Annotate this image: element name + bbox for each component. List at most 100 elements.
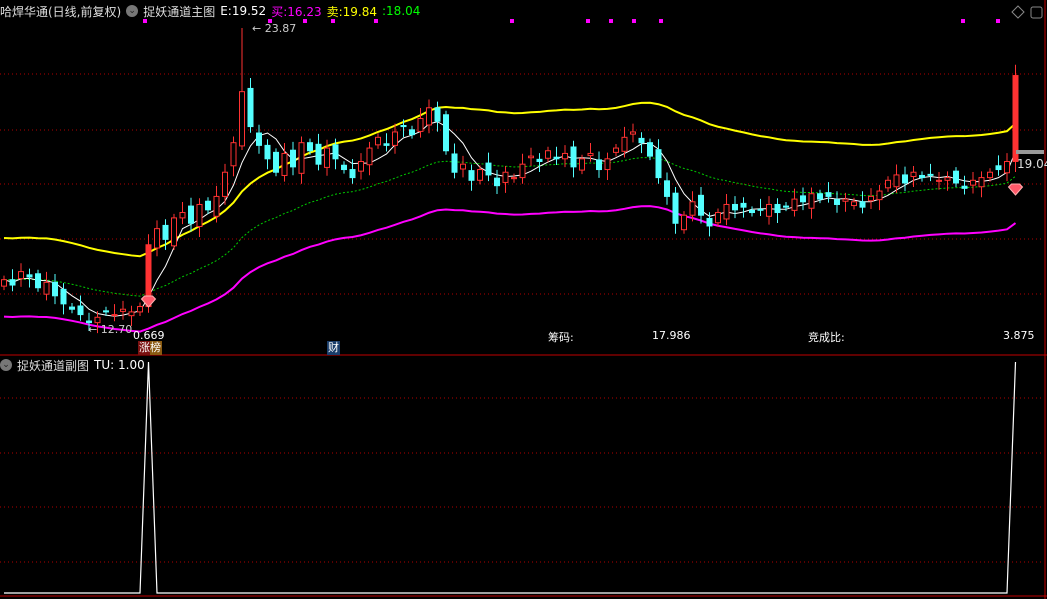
candle-body	[392, 131, 398, 146]
candle-body	[579, 158, 585, 171]
candle-body	[205, 200, 211, 211]
signal-dot	[374, 19, 378, 23]
lower-band-line	[3, 205, 1017, 333]
candle-body	[876, 190, 883, 201]
candle-body	[630, 131, 636, 135]
candle-body	[774, 203, 781, 214]
candle-body	[120, 308, 126, 312]
signal-dot	[632, 19, 636, 23]
candle-body	[298, 142, 305, 174]
candle-body	[137, 306, 143, 313]
candle-body	[426, 107, 432, 126]
indicator-name[interactable]: 捉妖通道主图	[143, 3, 215, 20]
candle-body	[757, 208, 764, 211]
candle-body	[460, 163, 466, 170]
candle-body	[732, 203, 738, 211]
candle-body	[341, 164, 347, 171]
low-marker: 12.70	[100, 323, 133, 336]
candle-body	[154, 228, 160, 249]
candle-body	[655, 149, 662, 179]
candle-body	[689, 201, 696, 216]
candle-body	[791, 198, 798, 211]
candle-body	[60, 288, 67, 305]
candle-body	[706, 217, 713, 227]
candle-body	[587, 152, 594, 157]
signal-dot	[609, 19, 613, 23]
finance-tag[interactable]: 财	[327, 341, 340, 355]
sell-value: 19.84	[342, 4, 377, 19]
candle-body	[927, 173, 934, 176]
candle-body	[188, 205, 194, 224]
last-price-tag: 19.04	[1017, 157, 1047, 171]
candle-body	[375, 136, 381, 146]
candle-body	[273, 151, 279, 173]
candle-body	[570, 146, 577, 168]
candle-body	[103, 310, 109, 313]
candle-body	[536, 158, 543, 162]
candle-body	[740, 202, 747, 208]
candle-body	[519, 163, 526, 179]
candle-body	[715, 212, 721, 224]
candle-body	[128, 311, 135, 317]
candle-body	[953, 170, 959, 184]
tu-label: TU:	[94, 358, 115, 372]
candle-body	[987, 171, 993, 179]
candle-body	[808, 193, 815, 209]
candle-body	[842, 198, 849, 202]
candle-body	[281, 152, 288, 176]
candle-body	[995, 165, 1002, 171]
candle-body	[196, 203, 203, 227]
candle-body	[358, 160, 364, 172]
candle-body	[698, 194, 704, 216]
candle-body	[332, 144, 339, 160]
candle-body	[783, 205, 789, 208]
candle-body	[919, 174, 925, 179]
signal-dot	[510, 19, 514, 23]
candle-body	[451, 153, 458, 173]
e-value: 19.52	[231, 4, 267, 18]
candle-body	[400, 125, 407, 128]
candle-body	[171, 217, 177, 247]
chips-label: 筹码:	[548, 331, 574, 344]
candle-body	[26, 274, 33, 278]
candle-body	[978, 177, 985, 188]
chevron-down-icon[interactable]: ⌄	[126, 5, 139, 17]
limit-up-tag[interactable]: 涨榜	[138, 341, 162, 355]
diamond-icon	[1011, 5, 1025, 19]
stock-chart[interactable]	[0, 0, 1047, 599]
candle-body	[417, 118, 424, 132]
mid-line	[3, 157, 1016, 297]
sub-indicator-name[interactable]: 捉妖通道副图	[17, 357, 89, 374]
candle-body	[817, 193, 823, 200]
candle-body	[247, 87, 254, 128]
sub-panel-header: ⌄ 捉妖通道副图 TU: 1.00	[0, 357, 145, 373]
candle-body	[94, 316, 101, 324]
candle-body	[613, 147, 619, 153]
candle-body	[290, 149, 296, 168]
candle-body	[366, 147, 373, 166]
candle-body	[43, 281, 50, 295]
signal-dot	[303, 19, 307, 23]
candle-body	[434, 107, 441, 122]
candle-body	[910, 171, 917, 178]
candle-body	[239, 91, 245, 147]
stock-title[interactable]: 哈焊华通(日线,前复权)	[0, 3, 121, 20]
high-marker: 23.87	[264, 22, 297, 35]
candle-body	[69, 306, 75, 310]
candle-body	[307, 142, 313, 152]
candle-body	[409, 129, 415, 136]
main-panel-header: 哈焊华通(日线,前复权) ⌄ 捉妖通道主图 E:19.52 买:16.23 卖:…	[0, 3, 420, 19]
candle-body	[596, 159, 602, 171]
candle-body	[545, 150, 551, 159]
candle-body	[9, 279, 16, 286]
chevron-down-icon[interactable]: ⌄	[0, 359, 12, 371]
candle-body	[494, 177, 500, 187]
candle-body	[485, 162, 492, 176]
candle-body	[723, 203, 730, 220]
candle-body	[502, 171, 509, 183]
candle-body	[35, 273, 41, 289]
candle-body	[162, 224, 169, 240]
candle-body	[553, 156, 560, 160]
candle-body	[1004, 160, 1010, 174]
signal-dot	[961, 19, 965, 23]
